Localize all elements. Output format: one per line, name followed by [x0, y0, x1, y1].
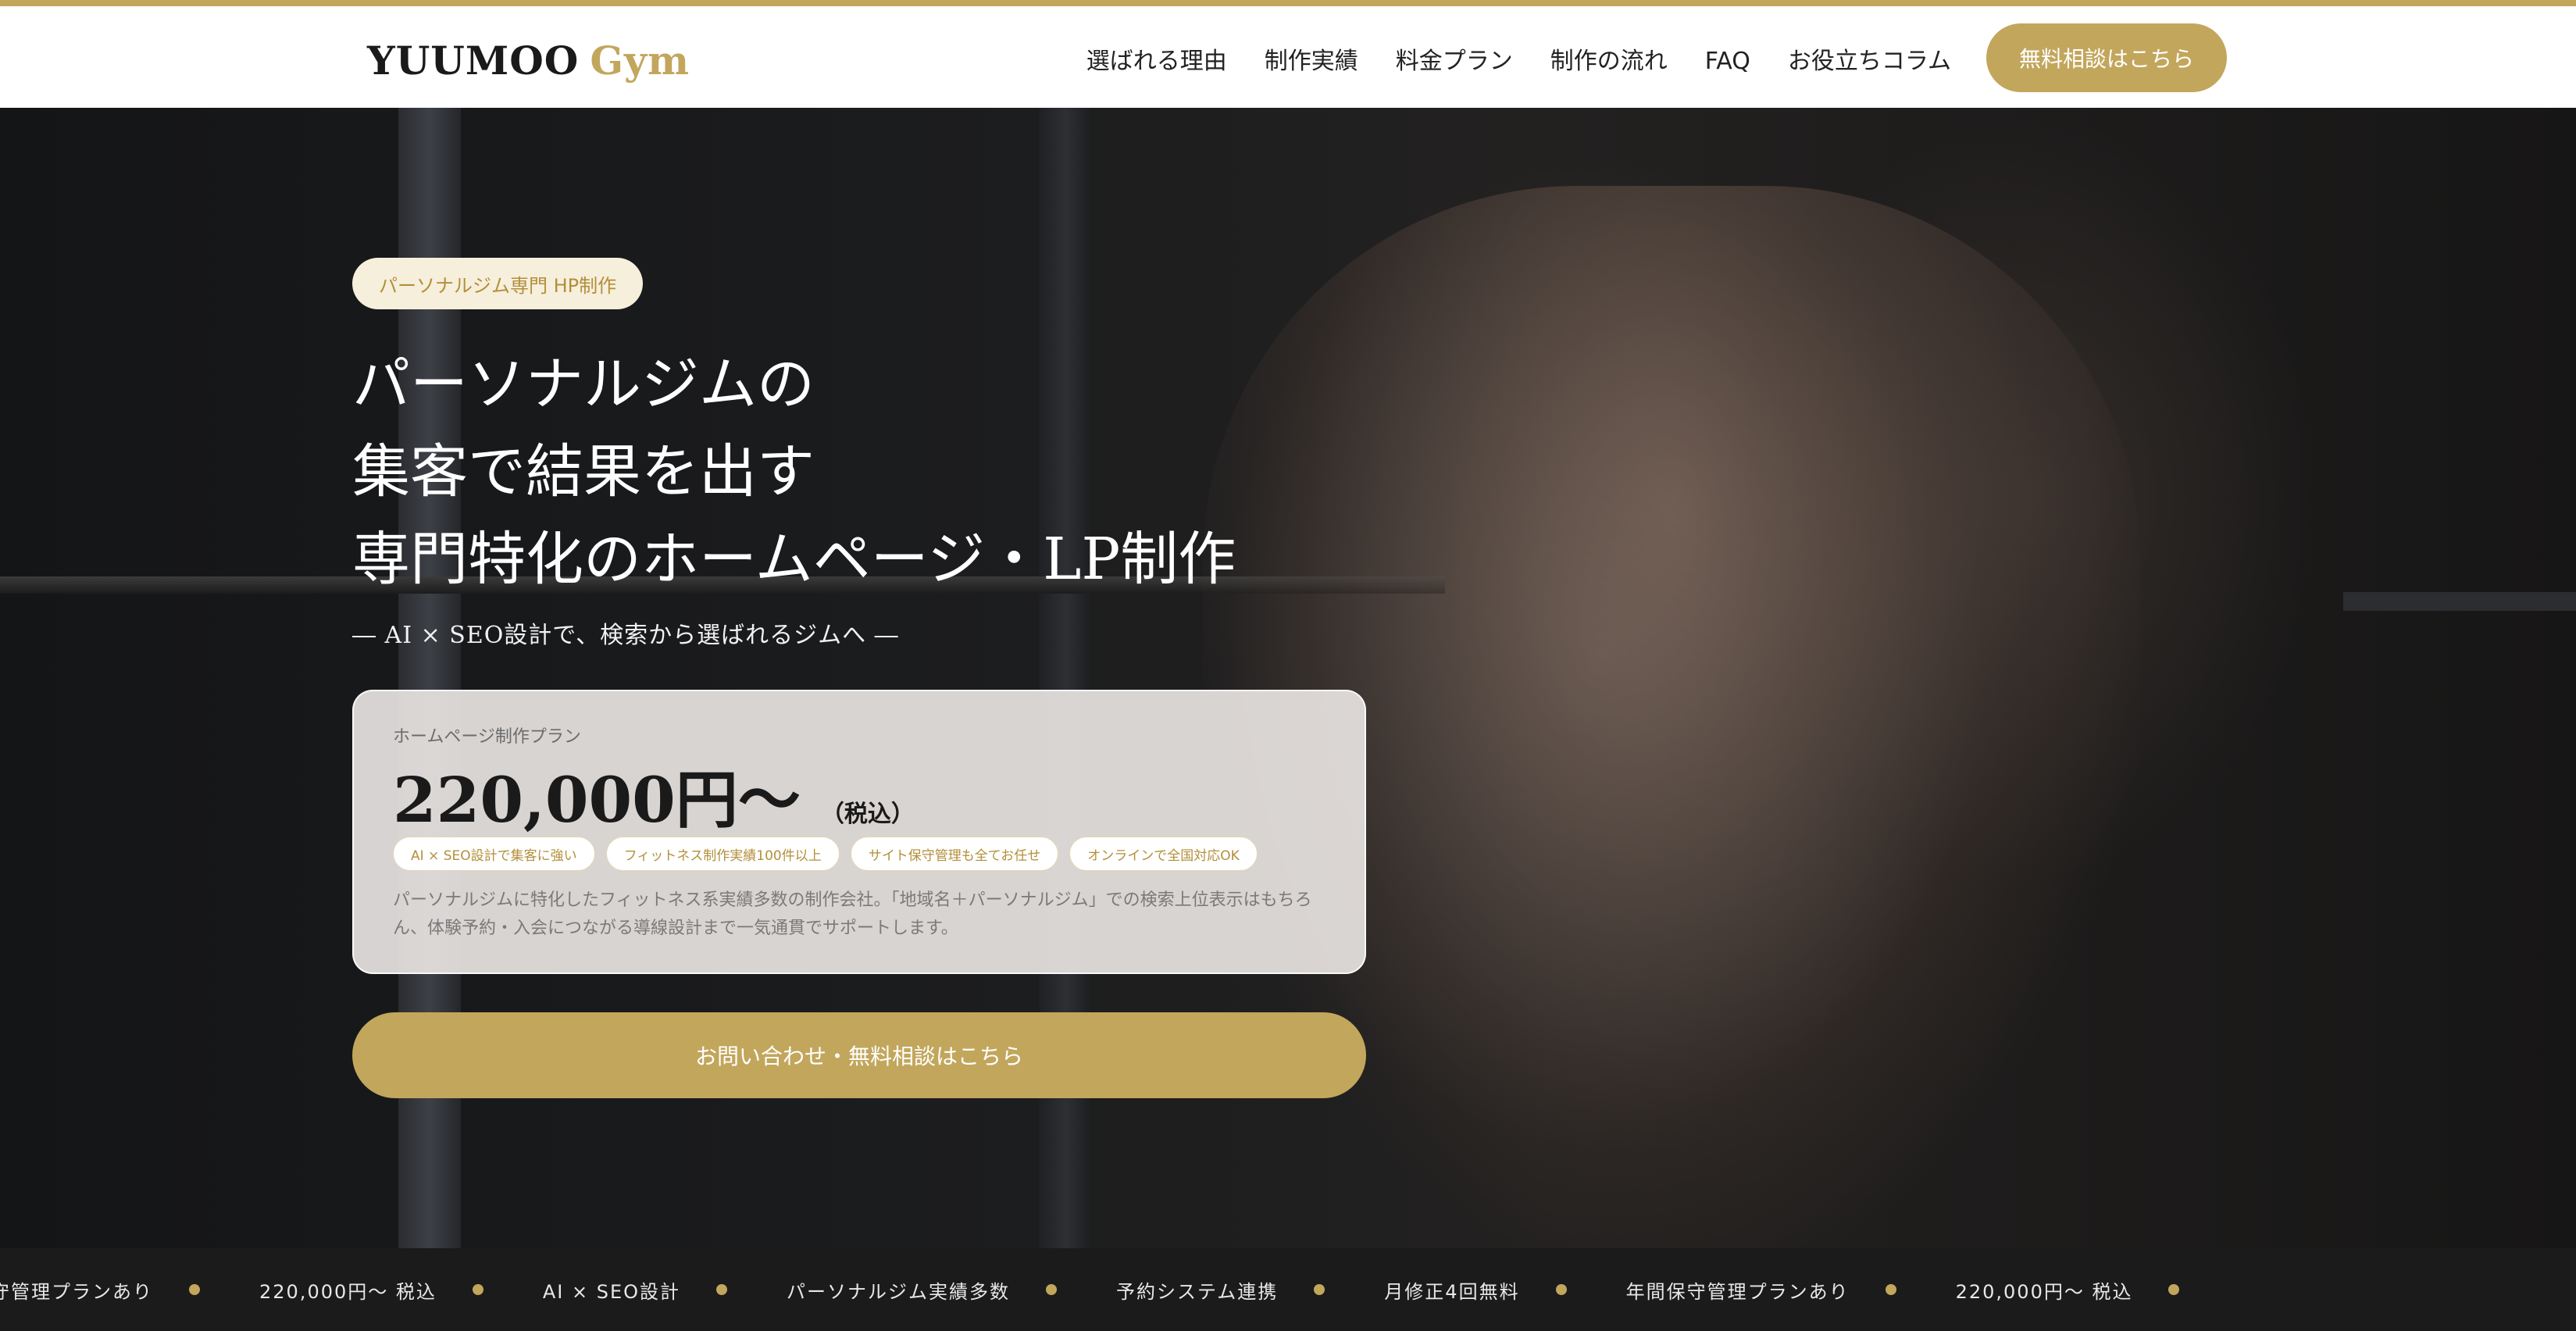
bullet-dot-icon: [1046, 1284, 1058, 1295]
plan-label: ホームページ制作プラン: [393, 727, 581, 747]
rack-bar: [2343, 592, 2576, 611]
feature-chip: フィットネス制作実績100件以上: [605, 837, 840, 871]
ticker-item: AI × SEO設計: [543, 1276, 787, 1304]
headline-line-3: 専門特化のホームページ・LP制作: [352, 526, 1236, 593]
ticker-text: 220,000円〜 税込: [259, 1280, 437, 1303]
hero-badge: パーソナルジム専門 HP制作: [352, 258, 644, 309]
plan-price: 220,000円〜: [393, 763, 801, 837]
plan-description: パーソナルジムに特化したフィットネス系実績多数の制作会社。「地域名＋パーソナルジ…: [393, 890, 1312, 938]
ticker-item: パーソナルジム実績多数: [787, 1276, 1116, 1304]
bullet-dot-icon: [1885, 1284, 1896, 1295]
plan-card: ホームページ制作プラン 220,000円〜 （税込） AI × SEO設計で集客…: [352, 690, 1366, 974]
headline-line-1: パーソナルジムの: [352, 351, 815, 418]
bullet-dot-icon: [189, 1284, 200, 1295]
nav-item-faq[interactable]: FAQ: [1705, 37, 1750, 86]
bullet-dot-icon: [472, 1284, 483, 1295]
ticker-text: AI × SEO設計: [542, 1280, 681, 1303]
feature-chip: オンラインで全国対応OK: [1069, 837, 1258, 871]
feature-ticker: 年間保守管理プランあり 220,000円〜 税込 AI × SEO設計 パーソナ…: [0, 1248, 2576, 1331]
logo-suffix: Gym: [590, 37, 690, 84]
contact-cta-button[interactable]: お問い合わせ・無料相談はこちら: [352, 1012, 1366, 1098]
ticker-item: 220,000円〜 税込: [259, 1276, 543, 1304]
nav-item-pricing[interactable]: 料金プラン: [1396, 37, 1513, 86]
site-header: YUUMOO Gym 選ばれる理由 制作実績 料金プラン 制作の流れ FAQ お…: [0, 6, 2576, 108]
nav-item-flow[interactable]: 制作の流れ: [1550, 37, 1668, 86]
ticker-item: 220,000円〜 税込: [1956, 1276, 2239, 1304]
hero-section: パーソナルジム専門 HP制作 パーソナルジムの 集客で結果を出す 専門特化のホー…: [0, 108, 2576, 1248]
logo-name: YUUMOO: [367, 37, 580, 84]
logo[interactable]: YUUMOO Gym: [367, 37, 690, 84]
nav-item-column[interactable]: お役立ちコラム: [1788, 37, 1951, 86]
ticker-text: 年間保守管理プランあり: [1625, 1280, 1850, 1303]
hero-subheadline: ― AI × SEO設計で、検索から選ばれるジムへ ―: [352, 622, 899, 649]
ticker-text: 月修正4回無料: [1384, 1280, 1520, 1303]
main-nav: 選ばれる理由 制作実績 料金プラン 制作の流れ FAQ お役立ちコラム: [1086, 37, 1951, 86]
feature-chip: サイト保守管理も全てお任せ: [850, 837, 1059, 871]
ticker-text: 年間保守管理プランあり: [0, 1280, 153, 1303]
ticker-item: 年間保守管理プランあり: [0, 1276, 259, 1304]
hero-headline: パーソナルジムの 集客で結果を出す 専門特化のホームページ・LP制作: [352, 341, 1236, 603]
plan-tax-note: （税込）: [820, 801, 915, 828]
ticker-item: 年間保守管理プランあり: [1626, 1276, 1956, 1304]
feature-chips: AI × SEO設計で集客に強い フィットネス制作実績100件以上 サイト保守管…: [393, 837, 1258, 871]
headline-line-2: 集客で結果を出す: [352, 438, 815, 505]
nav-item-works[interactable]: 制作実績: [1265, 37, 1358, 86]
bullet-dot-icon: [2168, 1284, 2180, 1295]
ticker-item: 予約システム連携: [1116, 1276, 1384, 1304]
feature-chip: AI × SEO設計で集客に強い: [393, 837, 595, 871]
ticker-text: 220,000円〜 税込: [1955, 1280, 2133, 1303]
ticker-text: パーソナルジム実績多数: [787, 1280, 1011, 1303]
free-consult-button[interactable]: 無料相談はこちら: [1986, 23, 2227, 92]
ticker-item: 月修正4回無料: [1384, 1276, 1625, 1304]
ticker-text: 予約システム連携: [1116, 1280, 1279, 1303]
price-row: 220,000円〜 （税込）: [393, 750, 915, 840]
bullet-dot-icon: [1314, 1284, 1325, 1295]
ticker-track: 年間保守管理プランあり 220,000円〜 税込 AI × SEO設計 パーソナ…: [0, 1248, 2239, 1331]
bullet-dot-icon: [716, 1284, 728, 1295]
nav-item-reasons[interactable]: 選ばれる理由: [1086, 37, 1227, 86]
bullet-dot-icon: [1555, 1284, 1567, 1295]
top-accent-rule: [0, 0, 2576, 6]
